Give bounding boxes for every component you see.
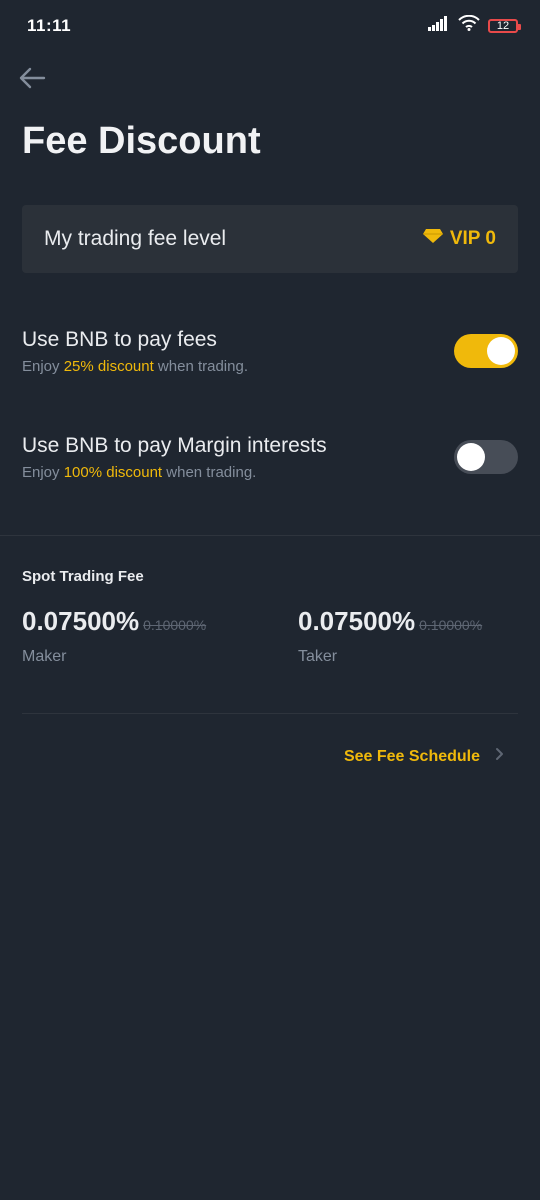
setting-subtitle: Enjoy 25% discount when trading. (22, 358, 248, 375)
fee-divider (22, 713, 518, 714)
setting-title: Use BNB to pay fees (22, 328, 217, 351)
taker-fee-value: 0.07500% (298, 606, 416, 636)
wifi-icon (458, 14, 480, 36)
taker-label: Taker (298, 648, 338, 665)
subtitle-suffix: when trading. (162, 464, 257, 481)
bnb-fees-toggle[interactable] (454, 334, 518, 368)
battery-level: 12 (496, 19, 510, 32)
diamond-icon (422, 228, 444, 250)
back-button[interactable] (14, 62, 50, 98)
fee-level-card[interactable]: My trading fee level VIP 0 (22, 205, 518, 273)
maker-fee: 0.07500% 0.10000% Maker (22, 606, 207, 665)
maker-fee-original: 0.10000% (143, 617, 207, 633)
taker-fee-original: 0.10000% (419, 617, 483, 633)
subtitle-prefix: Enjoy (22, 464, 64, 481)
setting-subtitle: Enjoy 100% discount when trading. (22, 464, 256, 481)
toggle-knob (487, 337, 515, 365)
chevron-right-icon (494, 747, 504, 766)
status-time: 11:11 (27, 16, 72, 35)
signal-icon (428, 15, 450, 36)
subtitle-prefix: Enjoy (22, 358, 64, 375)
vip-badge: VIP 0 (422, 228, 496, 250)
taker-fee: 0.07500% 0.10000% Taker (298, 606, 483, 665)
margin-interests-toggle[interactable] (454, 440, 518, 474)
page-title: Fee Discount (22, 120, 261, 162)
section-divider (0, 535, 540, 536)
discount-highlight: 100% discount (63, 464, 163, 481)
discount-highlight: 25% discount (63, 358, 154, 375)
see-fee-schedule-label: See Fee Schedule (343, 747, 480, 765)
maker-label: Maker (22, 648, 67, 665)
setting-bnb-margin-interests: Use BNB to pay Margin interests Enjoy 10… (22, 434, 518, 494)
arrow-left-icon (17, 66, 47, 95)
fee-level-label: My trading fee level (44, 227, 227, 250)
spot-fee-title: Spot Trading Fee (22, 568, 144, 585)
status-bar: 11:11 12 (0, 0, 540, 52)
vip-level-text: VIP 0 (449, 228, 496, 249)
status-icons: 12 (428, 14, 521, 36)
setting-title: Use BNB to pay Margin interests (22, 434, 327, 457)
maker-fee-value: 0.07500% (22, 606, 140, 636)
setting-bnb-fees: Use BNB to pay fees Enjoy 25% discount w… (22, 328, 518, 388)
toggle-knob (457, 443, 485, 471)
see-fee-schedule-link[interactable]: See Fee Schedule (344, 747, 504, 766)
subtitle-suffix: when trading. (153, 358, 248, 375)
battery-icon: 12 (488, 18, 521, 33)
